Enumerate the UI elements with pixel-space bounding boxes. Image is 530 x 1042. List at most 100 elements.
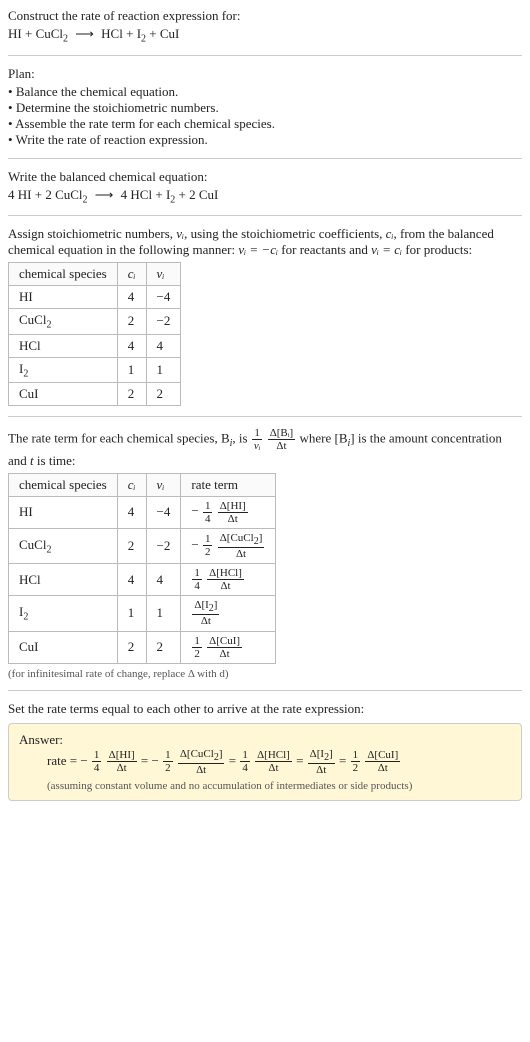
fraction: 12 bbox=[202, 533, 214, 558]
table-row: HCl 4 4 bbox=[9, 334, 181, 357]
table-row: I2 1 1 bbox=[9, 357, 181, 383]
assumption-note: (assuming constant volume and no accumul… bbox=[19, 780, 511, 792]
reactant-cucl2: CuCl2 bbox=[55, 187, 87, 202]
fraction: Δ[I2]Δt bbox=[307, 748, 336, 776]
species-cell: CuCl2 bbox=[9, 528, 118, 563]
table-row: CuCl2 2 −2 bbox=[9, 309, 181, 335]
answer-box: Answer: rate = − 14 Δ[HI]Δt = − 12 Δ[CuC… bbox=[8, 723, 522, 801]
vi-cell: −4 bbox=[146, 286, 181, 309]
vi-cell: −4 bbox=[146, 496, 181, 528]
table-row: CuCl22−2− 12 Δ[CuCl2]Δt bbox=[9, 528, 276, 563]
answer-label: Answer: bbox=[19, 732, 511, 748]
species-cell: HI bbox=[9, 496, 118, 528]
vi-cell: −2 bbox=[146, 528, 181, 563]
ci-cell: 2 bbox=[117, 309, 146, 335]
fraction: Δ[HI]Δt bbox=[106, 749, 138, 774]
fraction: Δ[I2]Δt bbox=[191, 599, 220, 627]
fraction: 14 bbox=[202, 500, 214, 525]
plan-list: Balance the chemical equation. Determine… bbox=[8, 84, 522, 148]
table-header-row: chemical species cᵢ νᵢ bbox=[9, 263, 181, 286]
col-ci: cᵢ bbox=[117, 473, 146, 496]
plan-item: Write the rate of reaction expression. bbox=[8, 132, 522, 148]
rate-label: rate = bbox=[47, 753, 80, 768]
table-row: I211Δ[I2]Δt bbox=[9, 596, 276, 631]
ci-cell: 2 bbox=[117, 631, 146, 663]
nu-symbol: νᵢ bbox=[176, 226, 184, 241]
ci-cell: 4 bbox=[117, 286, 146, 309]
final-intro: Set the rate terms equal to each other t… bbox=[8, 701, 522, 717]
fraction: Δ[HI]Δt bbox=[217, 500, 249, 525]
rateterm-text: , is bbox=[232, 431, 250, 446]
reactant-hi: HI bbox=[18, 187, 32, 202]
ci-cell: 1 bbox=[117, 596, 146, 631]
assign-text: for products: bbox=[402, 242, 472, 257]
product-hcl: HCl bbox=[130, 187, 152, 202]
species-cell: CuCl2 bbox=[9, 309, 118, 335]
plan-title: Plan: bbox=[8, 66, 522, 82]
fraction: 12 bbox=[162, 749, 174, 774]
balanced-block: Write the balanced chemical equation: 4 … bbox=[8, 169, 522, 206]
coef-hcl: 4 bbox=[121, 187, 128, 202]
final-block: Set the rate terms equal to each other t… bbox=[8, 701, 522, 801]
fraction: 14 bbox=[239, 749, 251, 774]
fraction: Δ[CuI]Δt bbox=[364, 749, 401, 774]
vi-cell: 2 bbox=[146, 383, 181, 406]
table-row: HI 4 −4 bbox=[9, 286, 181, 309]
coef-hi: 4 bbox=[8, 187, 15, 202]
balanced-title: Write the balanced chemical equation: bbox=[8, 169, 522, 185]
product-i2: I2 bbox=[137, 26, 146, 41]
fraction: Δ[Bᵢ]Δt bbox=[267, 427, 297, 452]
col-vi: νᵢ bbox=[146, 263, 181, 286]
prompt-block: Construct the rate of reaction expressio… bbox=[8, 8, 522, 45]
fraction: 12 bbox=[350, 749, 362, 774]
col-species: chemical species bbox=[9, 263, 118, 286]
prompt-text: Construct the rate of reaction expressio… bbox=[8, 8, 522, 24]
rateterm-text: is time: bbox=[34, 453, 76, 468]
c-symbol: cᵢ bbox=[386, 226, 394, 241]
eq-react: νᵢ = −cᵢ bbox=[238, 242, 278, 257]
coef-cui: 2 bbox=[189, 187, 196, 202]
species-cell: CuI bbox=[9, 383, 118, 406]
fraction: 1νᵢ bbox=[251, 427, 264, 452]
arrow-icon: ⟶ bbox=[71, 26, 98, 41]
reactant-cucl2: CuCl2 bbox=[36, 26, 68, 41]
product-cui: CuI bbox=[160, 26, 180, 41]
infinitesimal-note: (for infinitesimal rate of change, repla… bbox=[8, 668, 522, 680]
col-vi: νᵢ bbox=[146, 473, 181, 496]
ci-cell: 1 bbox=[117, 357, 146, 383]
rate-cell: 12 Δ[CuI]Δt bbox=[181, 631, 276, 663]
ci-cell: 2 bbox=[117, 528, 146, 563]
unbalanced-equation: HI + CuCl2 ⟶ HCl + I2 + CuI bbox=[8, 26, 522, 45]
vi-cell: 4 bbox=[146, 334, 181, 357]
col-species: chemical species bbox=[9, 473, 118, 496]
vi-cell: 2 bbox=[146, 631, 181, 663]
species-cell: I2 bbox=[9, 357, 118, 383]
product-hcl: HCl bbox=[101, 26, 123, 41]
ci-cell: 2 bbox=[117, 383, 146, 406]
rate-cell: − 12 Δ[CuCl2]Δt bbox=[181, 528, 276, 563]
fraction: Δ[CuCl2]Δt bbox=[217, 532, 266, 560]
stoich-table: chemical species cᵢ νᵢ HI 4 −4 CuCl2 2 −… bbox=[8, 262, 181, 406]
rateterm-text: The rate term for each chemical species,… bbox=[8, 431, 230, 446]
vi-cell: 1 bbox=[146, 596, 181, 631]
plan-item: Assemble the rate term for each chemical… bbox=[8, 116, 522, 132]
vi-cell: 1 bbox=[146, 357, 181, 383]
arrow-icon: ⟶ bbox=[91, 187, 118, 202]
ci-cell: 4 bbox=[117, 564, 146, 596]
species-cell: HCl bbox=[9, 564, 118, 596]
assign-text: , using the stoichiometric coefficients, bbox=[184, 226, 386, 241]
fraction: 12 bbox=[191, 635, 203, 660]
assign-block: Assign stoichiometric numbers, νᵢ, using… bbox=[8, 226, 522, 406]
product-i2: I2 bbox=[166, 187, 175, 202]
reactant-hi: HI bbox=[8, 26, 22, 41]
fraction: Δ[HCl]Δt bbox=[206, 567, 245, 592]
plan-block: Plan: Balance the chemical equation. Det… bbox=[8, 66, 522, 148]
coef-cucl2: 2 bbox=[45, 187, 52, 202]
table-row: CuI 2 2 bbox=[9, 383, 181, 406]
rateterm-text: where [B bbox=[299, 431, 347, 446]
assign-text: Assign stoichiometric numbers, bbox=[8, 226, 176, 241]
fraction: 14 bbox=[191, 567, 203, 592]
ci-cell: 4 bbox=[117, 334, 146, 357]
species-cell: CuI bbox=[9, 631, 118, 663]
ci-cell: 4 bbox=[117, 496, 146, 528]
